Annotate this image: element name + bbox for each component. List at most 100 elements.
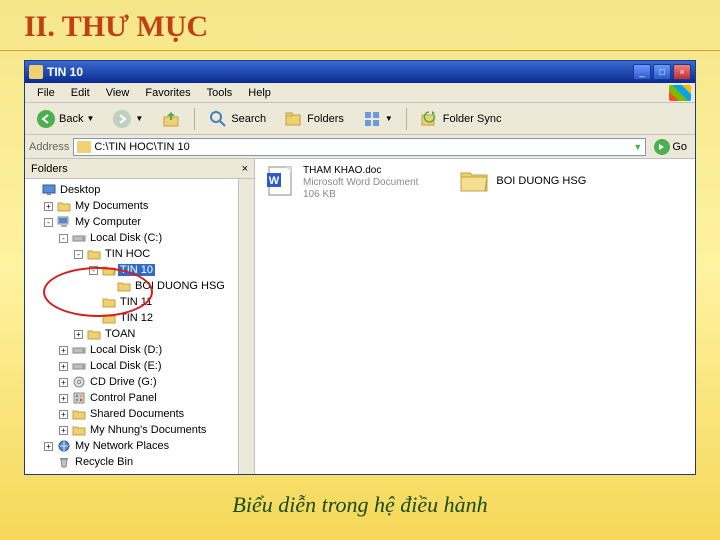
tree-item[interactable]: - My Computer xyxy=(27,214,252,230)
up-button[interactable] xyxy=(154,106,188,132)
chevron-down-icon[interactable]: ▼ xyxy=(633,142,642,152)
tree-label: CD Drive (G:) xyxy=(88,376,159,388)
tree-item[interactable]: +Local Disk (E:) xyxy=(27,358,252,374)
views-button[interactable]: ▼ xyxy=(355,106,400,132)
tree-item[interactable]: Desktop xyxy=(27,182,252,198)
addressbar: Address C:\TIN HOC\TIN 10 ▼ Go xyxy=(25,135,695,159)
tree-expander[interactable]: - xyxy=(89,266,98,275)
go-arrow-icon xyxy=(654,139,670,155)
folder-icon xyxy=(458,165,490,197)
drive-icon xyxy=(72,343,86,357)
tree-expander[interactable]: + xyxy=(44,202,53,211)
address-input[interactable]: C:\TIN HOC\TIN 10 ▼ xyxy=(73,138,646,156)
tree-item[interactable]: + Control Panel xyxy=(27,390,252,406)
windows-logo-icon xyxy=(669,85,691,101)
menu-view[interactable]: View xyxy=(98,85,138,101)
tree-item[interactable]: TIN 12 xyxy=(27,310,252,326)
tree-expander[interactable]: + xyxy=(74,330,83,339)
chevron-down-icon: ▼ xyxy=(135,114,143,123)
folder-open-icon xyxy=(102,263,116,277)
svg-text:W: W xyxy=(269,175,280,187)
tree-label: My Computer xyxy=(73,216,143,228)
folder-icon xyxy=(57,199,71,213)
tree-item[interactable]: +Shared Documents xyxy=(27,406,252,422)
tree-item[interactable]: +My Nhung's Documents xyxy=(27,422,252,438)
tree-label: BOI DUONG HSG xyxy=(133,280,227,292)
tree-item[interactable]: +My Documents xyxy=(27,198,252,214)
chevron-down-icon: ▼ xyxy=(86,114,94,123)
menu-tools[interactable]: Tools xyxy=(199,85,241,101)
folder-icon xyxy=(72,407,86,421)
folders-icon xyxy=(284,109,304,129)
menu-file[interactable]: File xyxy=(29,85,63,101)
file-item[interactable]: W THAM KHAO.doc Microsoft Word Document … xyxy=(265,165,418,201)
recycle-icon xyxy=(57,455,71,469)
file-size: 106 KB xyxy=(303,189,418,201)
tree-expander[interactable]: - xyxy=(59,234,68,243)
folder-icon xyxy=(102,311,116,325)
tree-item[interactable]: BOI DUONG HSG xyxy=(27,278,252,294)
tree-expander[interactable]: + xyxy=(59,346,68,355)
file-type: Microsoft Word Document xyxy=(303,177,418,189)
tree-item[interactable]: Recycle Bin xyxy=(27,454,252,470)
folder-icon xyxy=(87,247,101,261)
tree-expander[interactable]: + xyxy=(59,394,68,403)
tree-item[interactable]: - Local Disk (C:) xyxy=(27,230,252,246)
back-button[interactable]: Back ▼ xyxy=(29,106,101,132)
tree-item[interactable]: - TIN 10 xyxy=(27,262,252,278)
tree-item[interactable]: + Local Disk (D:) xyxy=(27,342,252,358)
tree-item[interactable]: TIN 11 xyxy=(27,294,252,310)
tree-label: Local Disk (D:) xyxy=(88,344,164,356)
tree-label: Local Disk (C:) xyxy=(88,232,164,244)
drive-icon xyxy=(72,359,86,373)
search-button[interactable]: Search xyxy=(201,106,273,132)
slide-title: II. THƯ MỤC xyxy=(0,0,720,51)
tree-expander[interactable]: - xyxy=(44,218,53,227)
chevron-down-icon: ▼ xyxy=(385,114,393,123)
tree-label: Control Panel xyxy=(88,392,159,404)
go-button[interactable]: Go xyxy=(650,139,691,155)
tree-expander[interactable]: + xyxy=(59,426,68,435)
search-icon xyxy=(208,109,228,129)
tree-expander[interactable]: + xyxy=(44,442,53,451)
folders-button[interactable]: Folders xyxy=(277,106,351,132)
tree-label: TIN 12 xyxy=(118,312,155,324)
tree-expander[interactable]: + xyxy=(59,378,68,387)
toolbar: Back ▼ ▼ Search Folders xyxy=(25,103,695,135)
cd-icon xyxy=(72,375,86,389)
menu-favorites[interactable]: Favorites xyxy=(137,85,198,101)
tree-scrollbar[interactable] xyxy=(238,179,254,474)
tree-item[interactable]: + CD Drive (G:) xyxy=(27,374,252,390)
close-button[interactable]: × xyxy=(673,64,691,80)
pane-header: Folders × xyxy=(25,159,254,179)
folder-icon xyxy=(87,327,101,341)
explorer-window: TIN 10 _ □ × File Edit View Favorites To… xyxy=(24,60,696,475)
tree-label: TIN HOC xyxy=(103,248,152,260)
folder-item[interactable]: BOI DUONG HSG xyxy=(458,165,586,197)
tree-expander[interactable]: - xyxy=(74,250,83,259)
menu-edit[interactable]: Edit xyxy=(63,85,98,101)
forward-arrow-icon xyxy=(112,109,132,129)
foldersync-button[interactable]: Folder Sync xyxy=(413,106,509,132)
sync-icon xyxy=(420,109,440,129)
pane-title: Folders xyxy=(31,163,68,175)
tree-expander[interactable]: + xyxy=(59,362,68,371)
tree-label: Recycle Bin xyxy=(73,456,135,468)
folders-label: Folders xyxy=(307,113,344,125)
back-label: Back xyxy=(59,113,83,125)
pane-close-button[interactable]: × xyxy=(242,163,248,175)
word-document-icon: W xyxy=(265,165,297,197)
maximize-button[interactable]: □ xyxy=(653,64,671,80)
tree-label: TIN 10 xyxy=(118,264,155,276)
forward-button[interactable]: ▼ xyxy=(105,106,150,132)
foldersync-label: Folder Sync xyxy=(443,113,502,125)
tree-item[interactable]: +TOAN xyxy=(27,326,252,342)
minimize-button[interactable]: _ xyxy=(633,64,651,80)
drive-icon xyxy=(72,231,86,245)
search-label: Search xyxy=(231,113,266,125)
tree-expander[interactable]: + xyxy=(59,410,68,419)
tree-item[interactable]: +My Network Places xyxy=(27,438,252,454)
tree-item[interactable]: - TIN HOC xyxy=(27,246,252,262)
views-icon xyxy=(362,109,382,129)
menu-help[interactable]: Help xyxy=(240,85,279,101)
